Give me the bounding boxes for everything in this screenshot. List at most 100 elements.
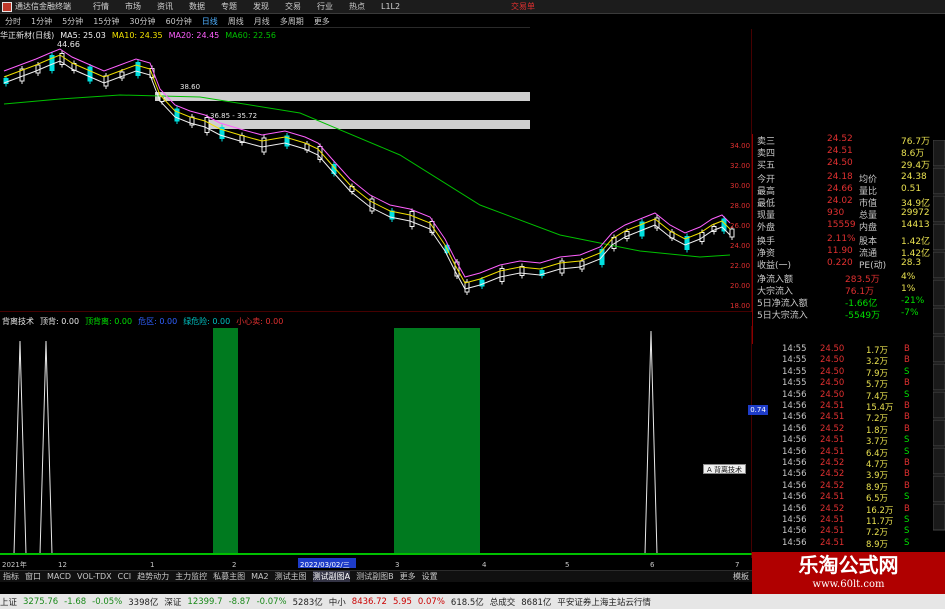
menu-item-industry[interactable]: 行业 <box>317 1 333 12</box>
tab-settings[interactable]: 设置 <box>422 571 438 582</box>
menu-item-trade[interactable]: 交易 <box>285 1 301 12</box>
period-tab-intraday[interactable]: 分时 <box>5 16 21 27</box>
side-tab[interactable] <box>933 279 945 307</box>
tick-direction: S <box>904 446 910 457</box>
menu-item-news[interactable]: 资讯 <box>157 1 173 12</box>
side-tab[interactable] <box>933 140 945 167</box>
tick-volume: 7.2万 <box>866 528 889 539</box>
side-tab[interactable] <box>933 167 945 195</box>
quote-row: 5日大宗流入 -5549万 -7% <box>753 308 945 321</box>
menu-bar: 通达信金融终端 行情 市场 资讯 数据 专题 发现 交易 行业 热点 L1L2 … <box>0 0 945 14</box>
tab-template[interactable]: 模板 <box>733 571 749 582</box>
quote-row: 净资 11.90 流通 1.42亿 <box>753 246 945 259</box>
app-title: 通达信金融终端 <box>15 2 71 11</box>
indicator-tab-bar: 指标 窗口 MACD VOL-TDX CCI 趋势动力 主力监控 私募主图 MA… <box>0 570 752 582</box>
side-tab[interactable] <box>933 447 945 475</box>
tick-volume: 11.7万 <box>866 517 894 527</box>
tab-macd[interactable]: MACD <box>47 572 71 581</box>
tick-time: 14:56 <box>782 401 807 411</box>
tick-price: 24.51 <box>820 537 845 548</box>
menu-item-discover[interactable]: 发现 <box>253 1 269 12</box>
menu-item-market[interactable]: 市场 <box>125 1 141 12</box>
index-sh-pct: -0.05% <box>92 596 123 607</box>
tick-direction: S <box>904 389 910 400</box>
period-tab-monthly[interactable]: 月线 <box>254 16 270 27</box>
tick-price: 24.51 <box>820 401 845 411</box>
period-toolbar: 分时 1分钟 5分钟 15分钟 30分钟 60分钟 日线 周线 月线 多周期 更… <box>0 15 530 28</box>
divergence-zone-1 <box>213 328 238 554</box>
period-tab-multi[interactable]: 多周期 <box>280 16 304 27</box>
tick-list[interactable]: 14:55 24.50 1.7万 B 14:55 24.50 3.2万 B 14:55 24.50… <box>778 344 945 554</box>
price-axis-tick: 20.00 <box>730 282 750 290</box>
tab-more[interactable]: 更多 <box>400 571 416 582</box>
price-chart[interactable]: 44.66 38.60 36.85 - 35.72 34.00 32.00 30.0… <box>0 29 752 312</box>
side-tab[interactable] <box>933 503 945 531</box>
tab-indicator[interactable]: 指标 <box>3 571 19 582</box>
quote-value-2: 14413 <box>901 220 930 230</box>
trade-order-button[interactable]: 交易单 <box>511 1 535 12</box>
tick-time: 14:56 <box>782 526 807 537</box>
menu-item-l1l2[interactable]: L1L2 <box>381 2 400 11</box>
tick-price: 24.50 <box>820 355 845 366</box>
index-zx-value: 8436.72 <box>351 596 387 607</box>
ma20-value: MA20: 24.45 <box>168 30 220 40</box>
period-tab-daily[interactable]: 日线 <box>202 16 218 27</box>
tick-price: 24.51 <box>820 526 845 537</box>
tab-test-sub-a[interactable]: 测试副图A <box>312 571 351 582</box>
period-tab-1min[interactable]: 1分钟 <box>31 16 52 27</box>
tab-cci[interactable]: CCI <box>118 572 132 581</box>
tab-vol-tdx[interactable]: VOL-TDX <box>77 572 112 581</box>
quote-label: 收益(一) <box>757 261 792 271</box>
menu-item-data[interactable]: 数据 <box>189 1 205 12</box>
index-sz-label[interactable]: 深证 <box>164 596 181 608</box>
quote-value-2: 1% <box>901 284 916 294</box>
period-tab-60min[interactable]: 60分钟 <box>166 16 192 27</box>
quote-row: 买五 24.50 29.4万 <box>753 158 945 171</box>
period-tab-weekly[interactable]: 周线 <box>228 16 244 27</box>
tab-main-monitor[interactable]: 主力监控 <box>175 571 207 582</box>
side-tab[interactable] <box>933 195 945 223</box>
divergence-spike-3 <box>644 330 658 555</box>
tab-private-main[interactable]: 私募主图 <box>213 571 245 582</box>
tab-window[interactable]: 窗口 <box>25 571 41 582</box>
broker-server[interactable]: 平安证券上海主站云行情 <box>557 596 651 608</box>
side-tab[interactable] <box>933 335 945 363</box>
menu-item-quotes[interactable]: 行情 <box>93 1 109 12</box>
quote-value: 930 <box>827 208 845 218</box>
quote-value-2: 29972 <box>901 208 930 218</box>
price-axis-tick: 24.00 <box>730 242 750 250</box>
indicator-tooltip: A 背离技术 <box>703 464 747 474</box>
period-tab-more[interactable]: 更多 <box>314 16 330 27</box>
menu-item-hot[interactable]: 热点 <box>349 1 365 12</box>
tick-time: 14:55 <box>782 366 807 377</box>
side-tab[interactable] <box>933 419 945 447</box>
side-tab[interactable] <box>933 391 945 419</box>
tab-trend-power[interactable]: 趋势动力 <box>137 571 169 582</box>
side-tab[interactable] <box>933 307 945 335</box>
resistance-zone-1 <box>155 92 530 101</box>
tick-row: 14:56 24.50 7.4万 S <box>778 389 945 402</box>
side-tab[interactable] <box>933 251 945 279</box>
period-tab-15min[interactable]: 15分钟 <box>93 16 119 27</box>
tick-direction: B <box>904 412 910 423</box>
tick-direction: B <box>904 503 910 514</box>
period-tab-5min[interactable]: 5分钟 <box>62 16 83 27</box>
indicator-chart[interactable] <box>0 326 752 558</box>
period-tab-30min[interactable]: 30分钟 <box>129 16 155 27</box>
date-axis-label: 2022/03/02/三 <box>300 561 350 569</box>
index-zx-label[interactable]: 中小 <box>329 596 346 608</box>
index-sh-label[interactable]: 上证 <box>0 596 17 608</box>
price-axis: 34.00 32.00 30.00 28.00 26.00 24.00 22.00 20.00… <box>730 142 750 310</box>
tab-test-sub-b[interactable]: 测试副图B <box>356 571 394 582</box>
side-tab[interactable] <box>933 475 945 503</box>
tick-price: 24.51 <box>820 515 845 525</box>
side-tabs[interactable] <box>933 140 945 560</box>
ma60-value: MA60: 22.56 <box>225 30 276 40</box>
side-tab[interactable] <box>933 363 945 391</box>
menu-item-topics[interactable]: 专题 <box>221 1 237 12</box>
tab-test-main[interactable]: 测试主图 <box>275 571 307 582</box>
side-tab[interactable] <box>933 223 945 251</box>
tick-direction: B <box>904 469 910 480</box>
tab-ma2[interactable]: MA2 <box>251 572 268 581</box>
index-sh-value: 3275.76 <box>23 596 59 607</box>
